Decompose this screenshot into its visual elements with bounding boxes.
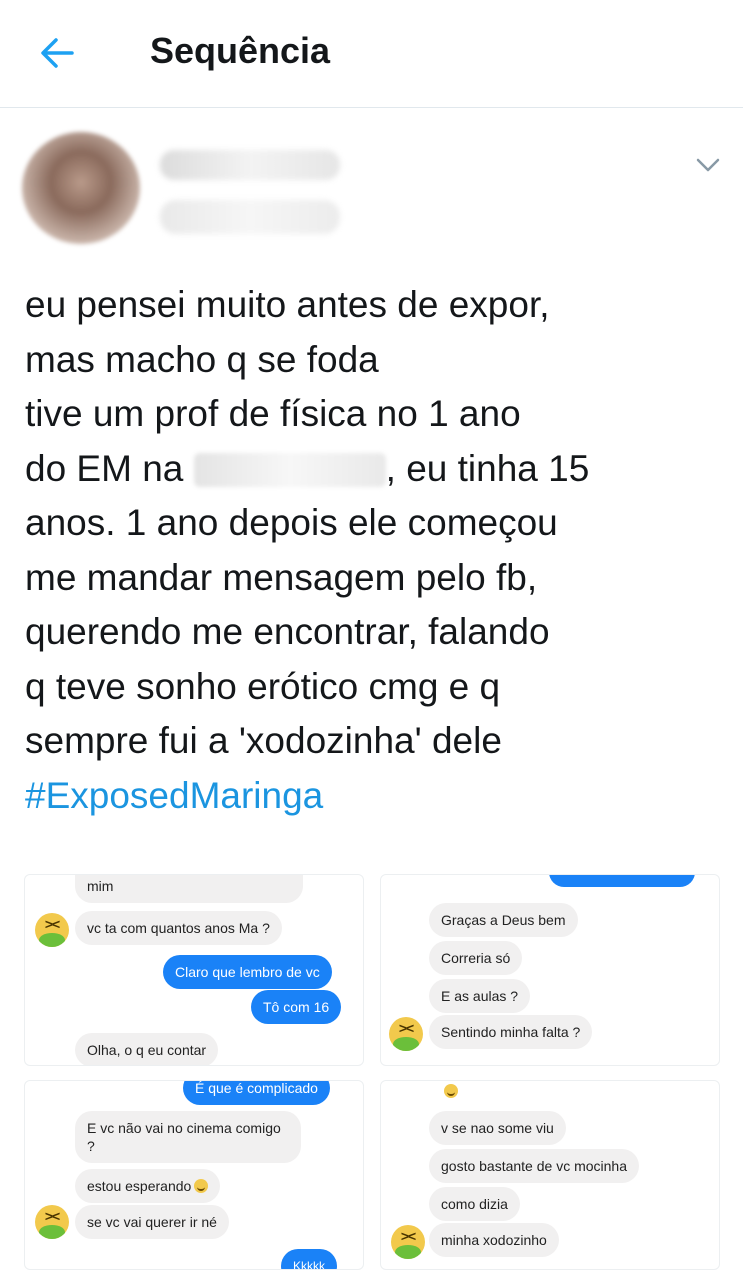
tweet-text: eu pensei muito antes de expor, mas mach… <box>25 278 725 823</box>
message-bubble-incoming: estou esperando <box>75 1169 221 1203</box>
message-bubble-incoming: mim <box>75 875 303 903</box>
author-name-redacted[interactable] <box>160 150 340 180</box>
tweet-line: tive um prof de física no 1 ano <box>25 393 521 434</box>
message-bubble-incoming: v se nao some viu <box>429 1111 566 1145</box>
message-bubble-incoming: Olha, o q eu contar <box>75 1033 219 1065</box>
vomiting-face-icon: >< <box>391 1225 425 1259</box>
message-bubble-incoming: se vc vai querer ir né <box>75 1205 229 1239</box>
tweet-line: anos. 1 ano depois ele começou <box>25 502 558 543</box>
message-bubble-incoming: minha xodozinho <box>429 1223 559 1257</box>
chevron-down-icon <box>696 158 720 172</box>
message-text: estou esperando <box>87 1178 192 1194</box>
arrow-left-icon <box>41 38 74 68</box>
tweet-line-part: , eu tinha 15 <box>385 447 590 489</box>
hashtag-link[interactable]: #ExposedMaringa <box>25 769 725 824</box>
chat-screenshot-1[interactable]: mim >< vc ta com quantos anos Ma ? Claro… <box>24 874 364 1066</box>
message-bubble-incoming: Correria só <box>429 941 523 975</box>
message-bubble-outgoing: Kkkkk <box>281 1249 338 1269</box>
message-bubble-incoming: como dizia <box>429 1187 520 1221</box>
message-bubble-outgoing: Claro que lembro de vc <box>163 955 332 989</box>
vomiting-face-icon: >< <box>35 913 69 947</box>
tweet-line: mas macho q se foda <box>25 338 379 380</box>
tweet-line: me mandar mensagem pelo fb, <box>25 556 538 598</box>
message-bubble-outgoing-cropped <box>549 875 695 887</box>
message-bubble-incoming: E as aulas ? <box>429 979 531 1013</box>
chat-screenshot-3[interactable]: É que é complicado E vc não vai no cinem… <box>24 1080 364 1270</box>
smiley-icon <box>194 1179 209 1193</box>
school-name-redacted <box>193 452 386 487</box>
page-title: Sequência <box>150 30 331 71</box>
message-bubble-incoming: Sentindo minha falta ? <box>429 1015 593 1049</box>
vomiting-face-icon: >< <box>389 1017 423 1051</box>
tweet-line-part: do EM na <box>25 447 184 489</box>
message-bubble-outgoing: É que é complicado <box>183 1081 330 1105</box>
chat-screenshot-4[interactable]: v se nao some viu gosto bastante de vc m… <box>380 1080 720 1270</box>
smiley-icon <box>441 1083 458 1101</box>
author-avatar[interactable] <box>22 132 140 244</box>
tweet-menu-button[interactable] <box>690 150 726 180</box>
tweet-line: q teve sonho erótico cmg e q <box>25 665 501 707</box>
message-bubble-incoming: E vc não vai no cinema comigo ? <box>75 1111 301 1163</box>
back-button[interactable] <box>30 30 82 76</box>
tweet-line: eu pensei muito antes de expor, <box>25 284 550 325</box>
vomiting-face-icon: >< <box>35 1205 69 1239</box>
tweet-line-with-redaction: do EM na , eu tinha 15 <box>25 442 725 497</box>
message-bubble-incoming: gosto bastante de vc mocinha <box>429 1149 640 1183</box>
message-bubble-outgoing: Tô com 16 <box>251 990 342 1024</box>
top-app-bar: Sequência <box>0 0 743 108</box>
message-bubble-incoming: Graças a Deus bem <box>429 903 578 937</box>
chat-screenshot-2[interactable]: Graças a Deus bem Correria só E as aulas… <box>380 874 720 1066</box>
tweet-line: querendo me encontrar, falando <box>25 611 550 652</box>
message-bubble-incoming: vc ta com quantos anos Ma ? <box>75 911 282 945</box>
tweet-media-grid[interactable]: mim >< vc ta com quantos anos Ma ? Claro… <box>22 872 722 1272</box>
tweet-line: sempre fui a 'xodozinha' dele <box>25 720 502 761</box>
author-handle-redacted <box>160 200 340 234</box>
